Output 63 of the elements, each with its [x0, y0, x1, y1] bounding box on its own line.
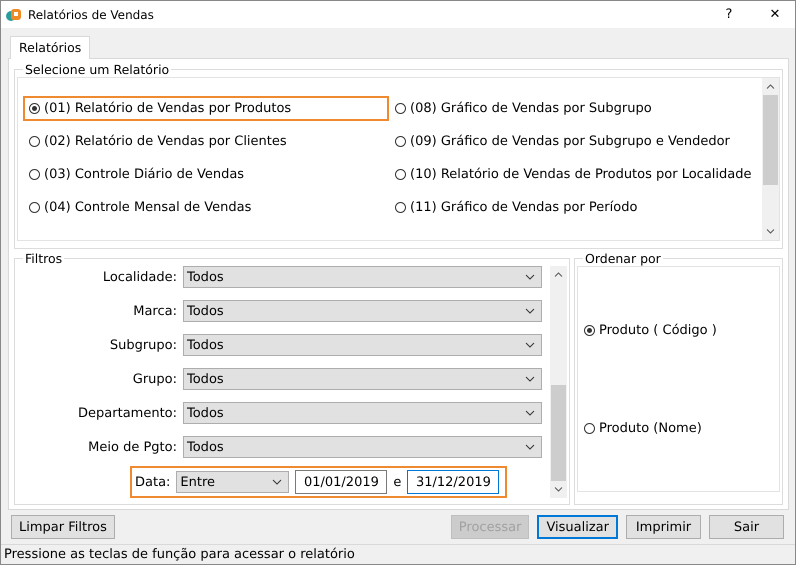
- radio-indicator[interactable]: [29, 202, 40, 213]
- app-logo-icon: [6, 6, 22, 22]
- field-label: Subgrupo:: [108, 338, 177, 352]
- scrollbar[interactable]: [550, 266, 567, 498]
- date-field[interactable]: 31/12/2019: [407, 470, 500, 494]
- dropdown[interactable]: Todos: [183, 402, 542, 424]
- report-option[interactable]: (08) Gráfico de Vendas por Subgrupo: [389, 96, 760, 121]
- chevron-down-icon: [525, 410, 535, 416]
- report-option[interactable]: (04) Controle Mensal de Vendas: [23, 195, 389, 220]
- radio-indicator[interactable]: [29, 169, 40, 180]
- radio-indicator[interactable]: [395, 103, 406, 114]
- scrollbar[interactable]: [762, 78, 779, 240]
- group-title: Ordenar por: [584, 251, 662, 266]
- scroll-down-icon[interactable]: [554, 487, 563, 492]
- chevron-down-icon: [272, 479, 282, 485]
- radio-indicator[interactable]: [395, 136, 406, 147]
- action-button[interactable]: Limpar Filtros: [11, 515, 115, 539]
- tab[interactable]: Relatórios: [10, 36, 90, 59]
- chevron-down-icon: [525, 342, 535, 348]
- action-button[interactable]: Imprimir: [626, 515, 701, 539]
- field-label: Localidade:: [102, 270, 177, 284]
- radio-indicator[interactable]: [584, 422, 595, 434]
- chevron-down-icon: [525, 376, 535, 382]
- group-title: Selecione um Relatório: [24, 62, 170, 77]
- radio-indicator[interactable]: [395, 169, 406, 180]
- sort-option[interactable]: Produto ( Código ): [578, 318, 779, 342]
- field-label: Data:: [135, 474, 170, 490]
- scroll-down-icon[interactable]: [766, 229, 775, 234]
- help-button[interactable]: ?: [709, 1, 749, 28]
- chevron-down-icon: [525, 308, 535, 314]
- radio-indicator[interactable]: [584, 324, 595, 336]
- group-title: Filtros: [24, 251, 64, 266]
- field-label: Marca:: [132, 304, 177, 318]
- dropdown[interactable]: Todos: [183, 300, 542, 322]
- field-label: Departamento:: [77, 406, 177, 420]
- dropdown[interactable]: Todos: [183, 334, 542, 356]
- report-option[interactable]: (02) Relatório de Vendas por Clientes: [23, 129, 389, 154]
- status-bar: Pressione as teclas de função para acessar o relatório: [1, 544, 795, 564]
- chevron-down-icon: [525, 274, 535, 280]
- radio-indicator[interactable]: [29, 103, 40, 114]
- dropdown[interactable]: Todos: [183, 436, 542, 458]
- window-title: Relatórios de Vendas: [28, 8, 154, 22]
- report-option[interactable]: (03) Controle Diário de Vendas: [23, 162, 389, 187]
- report-option[interactable]: (09) Gráfico de Vendas por Subgrupo e Vendedor: [389, 129, 760, 154]
- chevron-down-icon: [525, 444, 535, 450]
- action-button[interactable]: Visualizar: [537, 515, 618, 539]
- action-button[interactable]: Sair: [709, 515, 784, 539]
- dropdown[interactable]: Todos: [183, 368, 542, 390]
- scroll-up-icon[interactable]: [766, 84, 775, 89]
- date-field[interactable]: 01/01/2019: [295, 470, 388, 494]
- field-label: Meio de Pgto:: [87, 440, 177, 454]
- close-button[interactable]: ✕: [755, 1, 795, 28]
- dropdown[interactable]: Entre: [176, 471, 290, 493]
- report-option[interactable]: (10) Relatório de Vendas de Produtos por Localidade: [389, 162, 760, 187]
- scroll-up-icon[interactable]: [554, 272, 563, 277]
- field-label: Grupo:: [132, 372, 177, 386]
- sort-option[interactable]: Produto (Nome): [578, 416, 779, 440]
- report-option[interactable]: (11) Gráfico de Vendas por Período: [389, 195, 760, 220]
- radio-indicator[interactable]: [395, 202, 406, 213]
- radio-indicator[interactable]: [29, 136, 40, 147]
- dropdown[interactable]: Todos: [183, 266, 542, 288]
- report-option[interactable]: (01) Relatório de Vendas por Produtos: [23, 96, 389, 121]
- range-separator: e: [393, 474, 402, 490]
